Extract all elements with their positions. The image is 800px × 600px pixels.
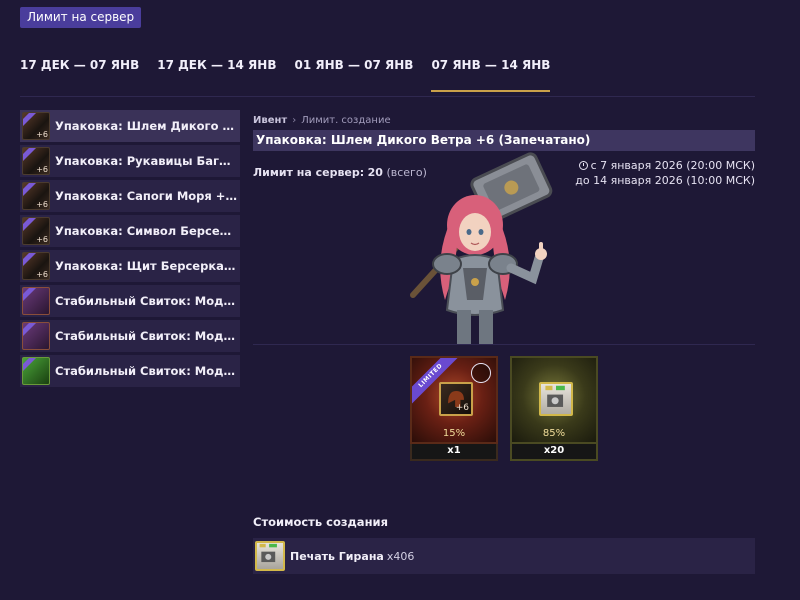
chevron-right-icon: › [292, 114, 297, 126]
page-title-badge: Лимит на сервер [20, 7, 142, 28]
cost-item[interactable]: Печать Гирана x406 [253, 538, 755, 574]
reward-card: 85% [510, 356, 598, 444]
cost-item-name: Печать Гирана [290, 549, 384, 563]
sidebar-item-helmet[interactable]: +6 Упаковка: Шлем Дикого Ветра +6 (Запеч… [20, 110, 240, 142]
limit-value: 20 [367, 166, 383, 179]
package-icon: +6 [22, 252, 50, 280]
megaphone-icon [471, 363, 491, 383]
scroll-icon [22, 357, 50, 385]
date-from: с 7 января 2026 (20:00 МСК) [590, 159, 755, 172]
sidebar-item-label: Стабильный Свиток: Модификация Оружия [55, 294, 238, 308]
reward-quantity: x20 [510, 444, 598, 461]
breadcrumb-root[interactable]: Ивент [253, 115, 287, 126]
reward-helmet[interactable]: LIMITED +6 15% x1 [410, 356, 498, 466]
tabs-divider [20, 96, 755, 97]
sidebar-item-label: Стабильный Свиток: Модификация Доспеха [55, 329, 238, 343]
limit-label: Лимит на сервер: [253, 166, 365, 179]
event-dates: с 7 января 2026 (20:00 МСК) до 14 января… [575, 158, 755, 188]
date-to: до 14 января 2026 (10:00 МСК) [575, 174, 755, 187]
character-illustration [410, 152, 553, 345]
cost-item-qty: x406 [386, 549, 415, 563]
main-panel: Ивент › Лимит. создание Упаковка: Шлем Д… [253, 110, 755, 574]
package-icon: +6 [22, 217, 50, 245]
helmet-icon: +6 [439, 382, 473, 416]
tab-date-3[interactable]: 01 ЯНВ — 07 ЯНВ [294, 58, 413, 92]
sidebar-item-shield[interactable]: +6 Упаковка: Щит Берсерка +6 (Запечатано… [20, 250, 240, 282]
reward-quantity: x1 [410, 444, 498, 461]
seal-icon [539, 382, 573, 416]
tab-date-2[interactable]: 17 ДЕК — 14 ЯНВ [157, 58, 276, 92]
sidebar: +6 Упаковка: Шлем Дикого Ветра +6 (Запеч… [20, 110, 240, 390]
package-icon: +6 [22, 147, 50, 175]
section-divider [253, 344, 755, 345]
scroll-icon [22, 322, 50, 350]
package-icon: +6 [22, 112, 50, 140]
sidebar-item-label: Упаковка: Рукавицы Багрового Дракона +6 … [55, 154, 238, 168]
cost-title: Стоимость создания [253, 515, 388, 529]
reward-card: LIMITED +6 15% [410, 356, 498, 444]
date-tabs: 17 ДЕК — 07 ЯНВ 17 ДЕК — 14 ЯНВ 01 ЯНВ —… [20, 58, 568, 92]
sidebar-item-boots[interactable]: +6 Упаковка: Сапоги Моря +6 (Запечатано) [20, 180, 240, 212]
reward-percent: 15% [442, 428, 466, 439]
item-title: Упаковка: Шлем Дикого Ветра +6 (Запечата… [253, 130, 755, 151]
tab-date-1[interactable]: 17 ДЕК — 07 ЯНВ [20, 58, 139, 92]
reward-seal[interactable]: 85% x20 [510, 356, 598, 466]
sidebar-item-gloves[interactable]: +6 Упаковка: Рукавицы Багрового Дракона … [20, 145, 240, 177]
breadcrumb-current: Лимит. создание [301, 114, 391, 126]
sidebar-item-label: Упаковка: Шлем Дикого Ветра +6 (Запечата… [55, 119, 238, 133]
sidebar-item-label: Упаковка: Сапоги Моря +6 (Запечатано) [55, 189, 238, 203]
reward-percent: 85% [542, 428, 566, 439]
scroll-icon [22, 287, 50, 315]
sidebar-item-scroll-accessory[interactable]: Стабильный Свиток: Модификация Аксессуар… [20, 355, 240, 387]
sidebar-item-label: Упаковка: Символ Берсерка +6 (Запечатано… [55, 224, 238, 238]
sidebar-item-scroll-weapon[interactable]: Стабильный Свиток: Модификация Оружия [20, 285, 240, 317]
tab-date-4[interactable]: 07 ЯНВ — 14 ЯНВ [431, 58, 550, 92]
sidebar-item-scroll-armor[interactable]: Стабильный Свиток: Модификация Доспеха [20, 320, 240, 352]
sidebar-item-symbol[interactable]: +6 Упаковка: Символ Берсерка +6 (Запечат… [20, 215, 240, 247]
sidebar-item-label: Стабильный Свиток: Модификация Аксессуар… [55, 364, 238, 378]
seal-icon [255, 541, 285, 571]
hero-character-image [393, 150, 593, 345]
breadcrumb: Ивент › Лимит. создание [253, 110, 755, 130]
sidebar-item-label: Упаковка: Щит Берсерка +6 (Запечатано) [55, 259, 238, 273]
package-icon: +6 [22, 182, 50, 210]
